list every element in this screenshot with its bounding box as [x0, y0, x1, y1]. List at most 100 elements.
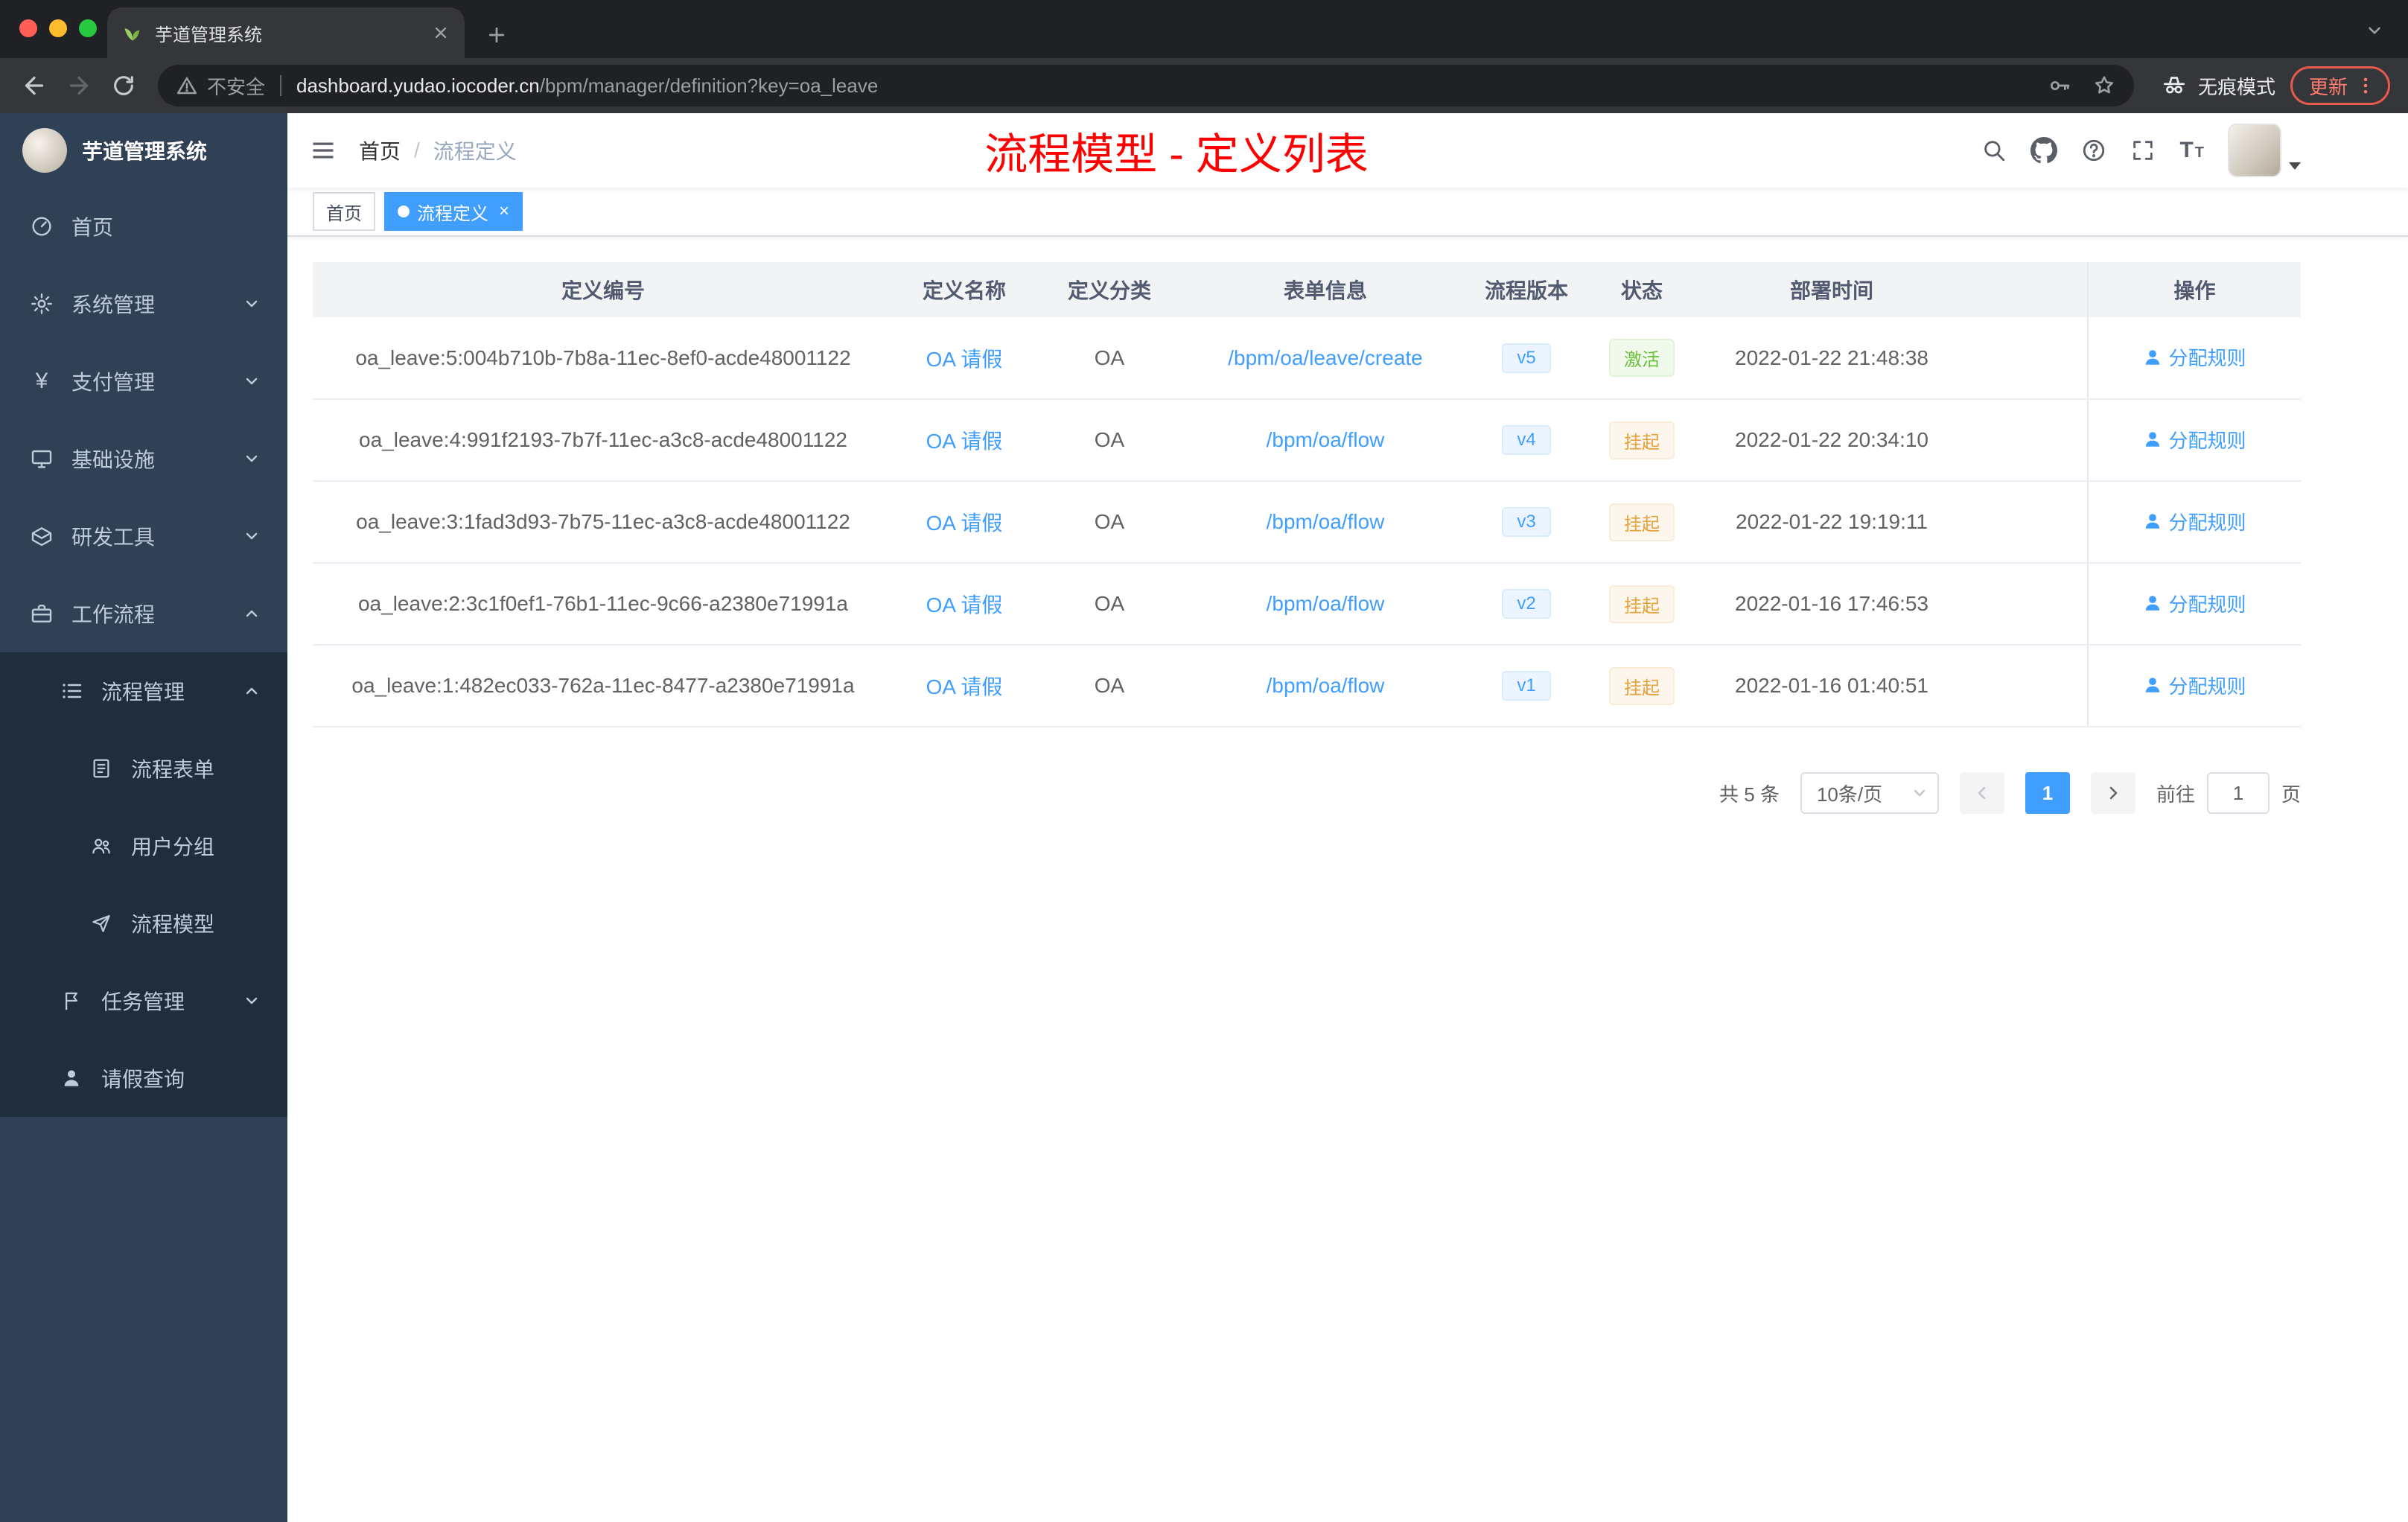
assign-rule-link[interactable]: 分配规则	[2143, 672, 2246, 699]
minimize-window-button[interactable]	[49, 19, 67, 37]
definition-name-link[interactable]: OA 请假	[926, 430, 1003, 453]
definition-name-link[interactable]: OA 请假	[926, 675, 1003, 698]
definition-name-link[interactable]: OA 请假	[926, 593, 1003, 617]
sidebar-item-process-management[interactable]: 流程管理	[0, 652, 287, 730]
app-logo[interactable]: 芋道管理系统	[0, 113, 287, 188]
workflow-submenu: 流程管理 流程表单 用户分组 流程模型 任务管理 请假查询	[0, 652, 287, 1117]
browser-tab[interactable]: 芋道管理系统	[107, 7, 465, 58]
definition-name-link[interactable]: OA 请假	[926, 512, 1003, 535]
security-chip[interactable]: 不安全	[176, 72, 265, 100]
sidebar-item-leave-query[interactable]: 请假查询	[0, 1039, 287, 1117]
breadcrumb-home[interactable]: 首页	[359, 136, 401, 165]
table-body: oa_leave:5:004b710b-7b8a-11ec-8ef0-acde4…	[313, 317, 2301, 727]
back-button[interactable]	[12, 63, 57, 108]
tab-title: 芋道管理系统	[155, 25, 262, 45]
url-domain: dashboard.yudao.iocoder.cn	[296, 74, 540, 97]
incognito-label: 无痕模式	[2197, 75, 2275, 98]
cell-definition-id: oa_leave:3:1fad3d93-7b75-11ec-a3c8-acde4…	[313, 481, 894, 564]
gear-icon	[30, 292, 54, 316]
chevron-down-icon	[243, 450, 261, 468]
window-controls	[19, 19, 97, 37]
breadcrumb-separator: /	[414, 138, 420, 162]
form-info-link[interactable]: /bpm/oa/flow	[1267, 674, 1385, 697]
kebab-menu-icon	[2363, 77, 2368, 94]
sidebar-item-infrastructure[interactable]: 基础设施	[0, 420, 287, 497]
reload-button[interactable]	[101, 63, 146, 108]
site-favicon-icon	[122, 22, 143, 43]
column-status: 状态	[1586, 262, 1698, 317]
sidebar-item-label: 研发工具	[71, 526, 156, 549]
tab-close-icon[interactable]	[432, 24, 450, 42]
update-label: 更新	[2308, 75, 2348, 98]
main-area: 首页 / 流程定义 流程模型 - 定义列表 TT 首页 流程定义 × 定义编号 …	[287, 113, 2408, 1522]
tag-home[interactable]: 首页	[313, 192, 375, 231]
font-size-icon[interactable]: TT	[2179, 138, 2204, 163]
sidebar-item-process-form[interactable]: 流程表单	[0, 730, 287, 807]
page-number-button[interactable]: 1	[2025, 772, 2070, 814]
warning-triangle-icon	[176, 77, 197, 95]
url-text: dashboard.yudao.iocoder.cn/bpm/manager/d…	[296, 74, 878, 98]
user-menu[interactable]	[2228, 124, 2301, 177]
sidebar-item-home[interactable]: 首页	[0, 188, 287, 265]
form-info-link[interactable]: /bpm/oa/flow	[1267, 510, 1385, 533]
sidebar-item-process-model[interactable]: 流程模型	[0, 885, 287, 962]
sidebar-item-label: 用户分组	[131, 835, 215, 859]
status-badge: 挂起	[1609, 503, 1675, 541]
version-tag: v4	[1502, 425, 1551, 455]
page-size-select[interactable]: 10条/页	[1800, 772, 1939, 814]
sidebar-item-system-management[interactable]: 系统管理	[0, 265, 287, 343]
close-window-button[interactable]	[19, 19, 37, 37]
chrome-update-button[interactable]: 更新	[2290, 66, 2390, 105]
person-icon	[2146, 514, 2160, 529]
chevron-down-icon	[1911, 784, 1928, 802]
page-goto-input[interactable]	[2206, 772, 2270, 814]
prev-page-button[interactable]	[1959, 772, 2004, 814]
browser-tab-strip: 芋道管理系统	[0, 0, 2408, 58]
browser-toolbar: 不安全 dashboard.yudao.iocoder.cn/bpm/manag…	[0, 58, 2408, 113]
tag-process-definition[interactable]: 流程定义 ×	[384, 192, 523, 231]
breadcrumb-current: 流程定义	[433, 140, 517, 163]
sidebar-item-task-management[interactable]: 任务管理	[0, 962, 287, 1039]
zoom-window-button[interactable]	[79, 19, 97, 37]
assign-rule-link[interactable]: 分配规则	[2143, 343, 2246, 371]
version-tag: v3	[1502, 507, 1551, 537]
sidebar-item-payment-management[interactable]: ¥ 支付管理	[0, 343, 287, 420]
cell-deploy-time: 2022-01-22 20:34:10	[1698, 399, 1966, 482]
tab-search-icon[interactable]	[2365, 21, 2384, 40]
form-info-link[interactable]: /bpm/oa/flow	[1267, 592, 1385, 615]
cell-definition-category: OA	[1035, 317, 1184, 400]
help-icon[interactable]	[2081, 138, 2106, 163]
github-icon[interactable]	[2030, 137, 2058, 164]
column-definition-category: 定义分类	[1035, 262, 1184, 317]
column-spacer	[1966, 262, 2088, 317]
cell-spacer	[1966, 317, 2088, 400]
cell-spacer	[1966, 399, 2088, 482]
next-page-button[interactable]	[2090, 772, 2135, 814]
status-badge: 挂起	[1609, 585, 1675, 623]
breadcrumb: 首页 / 流程定义	[359, 136, 517, 165]
password-key-icon[interactable]	[2048, 74, 2071, 98]
security-label: 不安全	[207, 75, 266, 98]
assign-rule-link[interactable]: 分配规则	[2143, 426, 2246, 453]
definition-name-link[interactable]: OA 请假	[926, 348, 1003, 371]
address-bar[interactable]: 不安全 dashboard.yudao.iocoder.cn/bpm/manag…	[158, 65, 2134, 106]
form-info-link[interactable]: /bpm/oa/flow	[1267, 428, 1385, 451]
forward-button[interactable]	[57, 63, 101, 108]
sidebar-item-dev-tools[interactable]: 研发工具	[0, 497, 287, 575]
sidebar-item-workflow[interactable]: 工作流程	[0, 575, 287, 652]
table-row: oa_leave:3:1fad3d93-7b75-11ec-a3c8-acde4…	[313, 481, 2301, 564]
fullscreen-icon[interactable]	[2130, 138, 2156, 163]
person-icon	[2146, 350, 2160, 365]
sidebar-item-user-group[interactable]: 用户分组	[0, 807, 287, 885]
sidebar-toggle-button[interactable]	[287, 137, 359, 164]
new-tab-button[interactable]	[485, 24, 508, 46]
assign-rule-link[interactable]: 分配规则	[2143, 508, 2246, 535]
version-tag: v1	[1502, 671, 1551, 701]
cell-deploy-time: 2022-01-22 19:19:11	[1698, 481, 1966, 564]
assign-rule-link[interactable]: 分配规则	[2143, 590, 2246, 617]
form-info-link[interactable]: /bpm/oa/leave/create	[1228, 346, 1423, 369]
search-icon[interactable]	[1981, 138, 2007, 163]
tag-close-icon[interactable]: ×	[499, 203, 509, 220]
cell-spacer	[1966, 481, 2088, 564]
bookmark-star-icon[interactable]	[2092, 74, 2116, 98]
